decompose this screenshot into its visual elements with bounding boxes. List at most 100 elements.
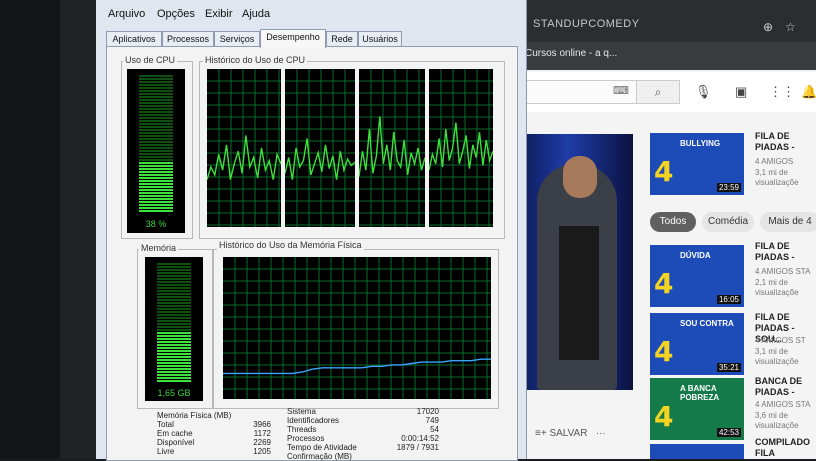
task-manager-window: Arquivo Opções Exibir Ajuda Aplicativos … <box>96 0 527 461</box>
meter-segment-lit <box>157 338 191 340</box>
tab-applications[interactable]: Aplicativos <box>106 31 162 47</box>
create-video-icon[interactable]: ▣ <box>735 84 747 100</box>
bell-icon[interactable]: 🔔 <box>801 84 816 100</box>
meter-segment <box>139 159 173 161</box>
chip-all[interactable]: Todos <box>650 212 696 232</box>
physical-memory-title: Memória Física (MB) <box>157 411 232 420</box>
recommendation-title[interactable]: FILA DE PIADAS - <box>755 131 815 153</box>
stat-value: 0:00:14:52 <box>401 434 439 443</box>
meter-segment <box>139 153 173 155</box>
meter-segment <box>157 320 191 322</box>
meter-segment <box>157 329 191 331</box>
recommendation-thumbnail[interactable]: DÚVIDA 4 16:05 <box>650 245 744 307</box>
meter-segment <box>139 132 173 134</box>
recommendation-title[interactable]: BANCA DE PIADAS - <box>755 376 815 398</box>
thumbnail-logo: 4 <box>654 400 674 433</box>
menu-options[interactable]: Opções <box>157 8 195 20</box>
physical-memory-stats: Memória Física (MB) Total 3966 Em cache 11… <box>157 411 277 456</box>
meter-segment-lit <box>139 183 173 185</box>
menu-file[interactable]: Arquivo <box>108 8 145 20</box>
meter-segment-lit <box>139 168 173 170</box>
recommendation-title[interactable]: FILA DE PIADAS - <box>755 241 815 263</box>
video-player[interactable] <box>515 134 633 390</box>
recommendation-thumbnail[interactable]: A BANCA POBREZA 4 42:53 <box>650 378 744 440</box>
recommendation-thumbnail[interactable] <box>650 444 744 459</box>
stat-value: 1879 / 7931 <box>396 443 439 452</box>
meter-segment <box>139 111 173 113</box>
system-title: Sistema <box>287 407 316 416</box>
browser-tab[interactable]: Cursos online - a q... <box>525 48 617 59</box>
meter-segment <box>139 87 173 89</box>
add-tab-icon[interactable]: ⊕ <box>763 20 773 34</box>
series-line <box>428 122 494 171</box>
meter-segment-lit <box>139 177 173 179</box>
meter-segment-lit <box>139 180 173 182</box>
meter-segment <box>139 156 173 158</box>
meter-segment-lit <box>139 210 173 212</box>
cpu-core-graph-3 <box>358 69 426 227</box>
star-icon[interactable]: ☆ <box>785 20 796 34</box>
meter-segment <box>157 299 191 301</box>
meter-segment <box>139 138 173 140</box>
stat-value: 749 <box>425 416 439 425</box>
stat-label: Identificadores <box>287 416 340 425</box>
meter-segment-lit <box>157 347 191 349</box>
thumbnail-logo: 4 <box>654 335 674 368</box>
meter-segment-lit <box>139 204 173 206</box>
menu-view[interactable]: Exibir <box>205 8 233 20</box>
recommendation-title[interactable]: COMPILADO FILA <box>755 437 815 459</box>
meter-segment <box>139 108 173 110</box>
stats-title: Memória Física (MB) <box>157 411 277 420</box>
recommendation-thumbnail[interactable]: SOU CONTRA 4 35:21 <box>650 313 744 375</box>
stat-label: Confirmação (MB) <box>287 452 352 461</box>
meter-segment-lit <box>139 165 173 167</box>
meter-segment <box>157 302 191 304</box>
meter-segment-lit <box>157 371 191 373</box>
series-line <box>206 135 282 180</box>
recommendation-thumbnail[interactable]: BULLYING 4 23:59 <box>650 133 744 195</box>
tab-processes[interactable]: Processos <box>162 31 214 47</box>
tab-services[interactable]: Serviços <box>214 31 260 47</box>
chip-more[interactable]: Mais de 4 <box>760 212 816 232</box>
meter-segment <box>139 90 173 92</box>
recommendation-channel: 4 AMIGOS STA <box>755 400 811 409</box>
thumbnail-logo: 4 <box>654 267 674 300</box>
keyboard-icon[interactable]: ⌨ <box>613 84 629 97</box>
memory-meter-bars <box>157 263 191 382</box>
meter-segment <box>139 126 173 128</box>
tab-network[interactable]: Rede <box>326 31 358 47</box>
tab-users[interactable]: Usuários <box>358 31 402 47</box>
meter-segment <box>139 93 173 95</box>
meter-segment-lit <box>139 201 173 203</box>
meter-segment <box>139 99 173 101</box>
meter-segment <box>139 135 173 137</box>
thumbnail-label: DÚVIDA <box>680 251 711 260</box>
recommendation-channel: 4 AMIGOS <box>755 157 794 166</box>
comedian-shirt <box>559 226 599 360</box>
video-duration: 16:05 <box>716 295 741 304</box>
meter-segment-lit <box>139 192 173 194</box>
apps-grid-icon[interactable]: ⋮⋮ <box>769 84 795 100</box>
meter-segment <box>139 81 173 83</box>
tab-performance[interactable]: Desempenho <box>260 29 326 48</box>
stat-value: 17020 <box>416 407 439 416</box>
stat-value: 1205 <box>253 447 271 456</box>
menu-help[interactable]: Ajuda <box>242 8 270 20</box>
table-row: Tempo de Atividade 1879 / 7931 <box>287 443 447 452</box>
meter-segment-lit <box>157 332 191 334</box>
search-button[interactable]: ⌕ <box>636 80 680 104</box>
stat-label: Em cache <box>157 429 193 438</box>
meter-segment-lit <box>139 198 173 200</box>
meter-segment <box>139 117 173 119</box>
microphone-icon[interactable]: 🎙 <box>695 84 712 100</box>
meter-segment-lit <box>139 207 173 209</box>
memory-history-label: Histórico do Uso da Memória Física <box>217 240 364 250</box>
stat-label: Tempo de Atividade <box>287 443 357 452</box>
chip-comedy[interactable]: Comédia <box>702 212 754 232</box>
meter-segment-lit <box>157 344 191 346</box>
meter-segment <box>139 105 173 107</box>
meter-segment-lit <box>157 356 191 358</box>
save-button[interactable]: ≡+ SALVAR ··· <box>535 428 606 439</box>
meter-segment <box>139 123 173 125</box>
monitor-bezel-edge <box>60 0 100 459</box>
